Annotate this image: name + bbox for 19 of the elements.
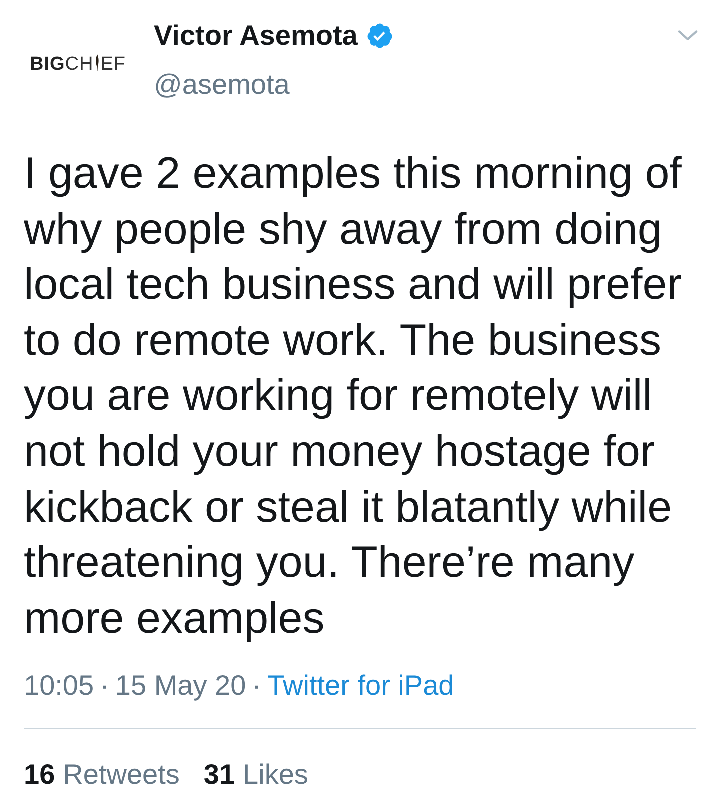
tweet-text: I gave 2 examples this morning of why people shy away from doing local tech business and will prefer to do remote work. The business you are working for remotely will not hold your money hostage for kickback or steal it blatantly while threatening you. There’re many more examples — [23, 148, 683, 645]
stat-link[interactable]: 31 Likes — [204, 757, 308, 794]
author-handle[interactable]: @asemota — [154, 67, 290, 103]
author-name[interactable]: Victor Asemota — [154, 18, 358, 54]
chevron-down-icon[interactable] — [677, 30, 699, 42]
separator-dot: · — [100, 669, 110, 704]
tweet-date: 15 May 20 — [115, 669, 246, 704]
stat-count: 31 — [204, 758, 236, 792]
stat-count: 16 — [24, 758, 56, 792]
stat-link[interactable]: 16 Retweets — [24, 757, 180, 794]
source-link[interactable]: Twitter for iPad — [267, 668, 454, 704]
logo-text: EF — [100, 54, 126, 74]
feather-icon — [94, 52, 100, 72]
logo-text: BIG — [30, 54, 66, 74]
separator-dot: · — [252, 669, 262, 704]
stat-label: Retweets — [63, 758, 180, 792]
stat-label: Likes — [243, 758, 308, 792]
tweet-time: 10:05 — [24, 669, 94, 704]
logo-text: CH — [65, 54, 94, 74]
